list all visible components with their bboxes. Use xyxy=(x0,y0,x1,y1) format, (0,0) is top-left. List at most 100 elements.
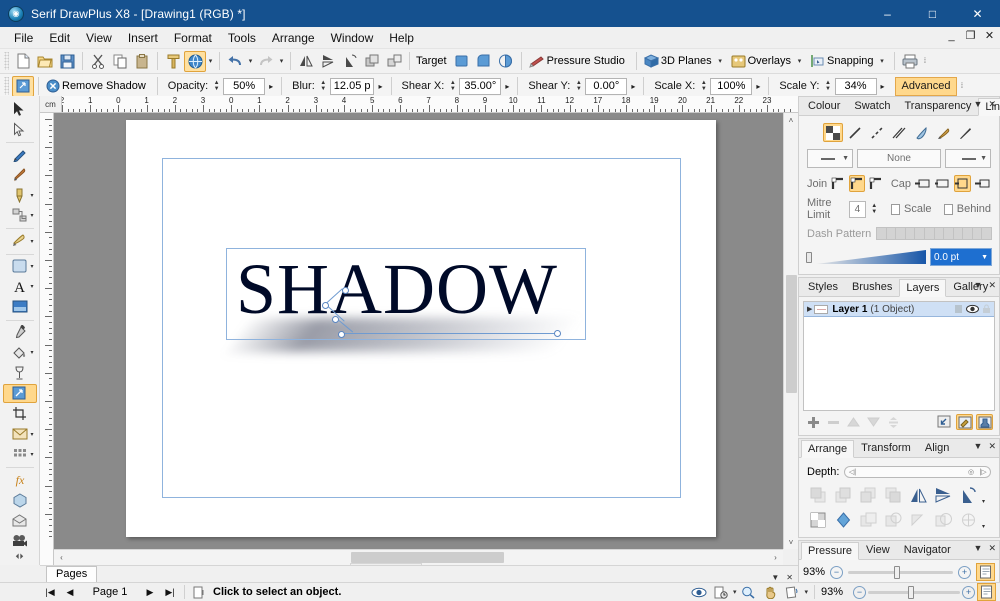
status-fit-page-button[interactable] xyxy=(977,583,996,601)
tab-transparency[interactable]: Transparency xyxy=(897,97,978,115)
rotate-button[interactable] xyxy=(339,51,361,72)
intersect-shapes-button[interactable] xyxy=(907,509,929,530)
remove-shadow-button[interactable]: Remove Shadow xyxy=(43,76,153,97)
open-document-button[interactable] xyxy=(34,51,56,72)
shear-y-field[interactable]: 0.00° xyxy=(585,77,628,95)
tool-envelope[interactable]: ▾ xyxy=(3,425,37,444)
vertical-ruler[interactable] xyxy=(40,113,54,565)
document-page[interactable]: SHADOW xyxy=(126,120,716,537)
layers-panel-menu-icon[interactable]: ▼ xyxy=(974,280,983,291)
target-shape-3-button[interactable] xyxy=(495,51,517,72)
tab-pages[interactable]: Pages xyxy=(46,566,98,582)
layer-row[interactable]: ▶ Layer 1 (1 Object) xyxy=(804,302,994,317)
toolbar-grip[interactable] xyxy=(4,52,9,70)
scroll-right-button[interactable]: › xyxy=(768,550,783,565)
menu-view[interactable]: View xyxy=(78,28,120,48)
pages-panel-close-icon[interactable]: ✕ xyxy=(786,573,793,582)
depth-slider[interactable]: ◁| ◎ |▷ xyxy=(844,466,991,478)
tool-shape-dropdown-arrow[interactable]: ▾ xyxy=(30,263,33,270)
tool-pencil[interactable] xyxy=(3,145,37,164)
zoom-slider[interactable] xyxy=(848,565,953,579)
studio-dropdown-arrow[interactable]: ▾ xyxy=(206,57,215,65)
status-zoom-out-icon[interactable]: − xyxy=(853,585,866,599)
rotate-dropdown-arrow[interactable]: ▾ xyxy=(982,498,985,505)
stroke-calligraphic-button[interactable] xyxy=(911,123,931,142)
move-layer-up-button[interactable] xyxy=(845,414,862,430)
opacity-spinner[interactable]: ▲ ▼ xyxy=(212,78,221,94)
shear-y-spinner[interactable]: ▲ ▼ xyxy=(574,78,583,94)
paste-button[interactable] xyxy=(131,51,153,72)
rotate-button[interactable] xyxy=(957,484,979,505)
target-shape-1-button[interactable] xyxy=(451,51,473,72)
scale-checkbox[interactable] xyxy=(891,203,900,215)
ungroup-button[interactable] xyxy=(383,51,405,72)
layer-lock-icon[interactable] xyxy=(982,304,991,314)
join-round-button[interactable] xyxy=(830,175,847,192)
toolbox-expand-handle[interactable]: ⏴⏵ xyxy=(16,552,24,565)
pages-panel-menu-icon[interactable]: ▼ xyxy=(771,573,779,582)
tool-pen[interactable]: ▾ xyxy=(3,186,37,205)
redo-dropdown-arrow[interactable]: ▾ xyxy=(277,57,286,65)
copy-button[interactable] xyxy=(109,51,131,72)
tool-text-dropdown-arrow[interactable]: ▾ xyxy=(30,283,33,290)
shadow-handle-blur[interactable] xyxy=(342,287,349,294)
bring-forward-button[interactable] xyxy=(832,484,854,505)
end-cap-chevron-icon[interactable]: ▼ xyxy=(980,155,987,162)
line-width-slider-track[interactable] xyxy=(816,250,926,264)
undo-button[interactable] xyxy=(224,51,246,72)
combine-button[interactable] xyxy=(832,509,854,530)
flip-vertical-button[interactable] xyxy=(317,51,339,72)
tab-brushes[interactable]: Brushes xyxy=(845,278,899,296)
studio-toggle-button[interactable] xyxy=(184,50,206,72)
selection-bounding-box[interactable] xyxy=(226,248,586,340)
dash-pattern-cells[interactable] xyxy=(876,227,992,240)
undo-dropdown-arrow[interactable]: ▾ xyxy=(246,57,255,65)
arrange-panel-close-icon[interactable]: ✕ xyxy=(988,441,996,452)
overlays-dropdown-arrow[interactable]: ▾ xyxy=(795,57,804,65)
pan-tool-button[interactable] xyxy=(760,586,780,599)
tool-shadow[interactable] xyxy=(2,383,37,404)
tool-envelope-dropdown-arrow[interactable]: ▾ xyxy=(30,431,33,438)
start-cap-combo[interactable]: ▼ xyxy=(807,149,853,168)
format-painter-button[interactable] xyxy=(162,51,184,72)
3d-planes-button[interactable]: 3D Planes ▾ xyxy=(641,51,728,72)
snapping-button[interactable]: Snapping ▾ xyxy=(807,51,890,72)
menu-help[interactable]: Help xyxy=(381,28,422,48)
fit-page-button[interactable] xyxy=(976,563,995,581)
select-all-on-layer-button[interactable] xyxy=(936,414,953,430)
tab-arrange[interactable]: Arrange xyxy=(801,440,855,458)
first-page-button[interactable]: |◀ xyxy=(40,587,60,598)
status-zoom-in-icon[interactable]: + xyxy=(962,585,975,599)
3d-planes-dropdown-arrow[interactable]: ▾ xyxy=(716,57,725,65)
crop-to-shape-button[interactable] xyxy=(807,509,829,530)
line-width-field[interactable]: 0.0 pt ▼ xyxy=(930,248,992,266)
line-panel-close-icon[interactable]: ✕ xyxy=(988,99,996,110)
close-button[interactable]: ✕ xyxy=(955,0,1000,27)
menu-edit[interactable]: Edit xyxy=(41,28,78,48)
layer-effects-button[interactable] xyxy=(976,414,993,430)
layer-properties-button[interactable] xyxy=(956,414,973,430)
layer-expand-arrow[interactable]: ▶ xyxy=(807,305,812,313)
status-zoom-thumb[interactable] xyxy=(908,585,915,599)
shadow-handle-origin[interactable] xyxy=(332,316,339,323)
tab-transform[interactable]: Transform xyxy=(854,439,918,457)
canvas-area[interactable]: SHADOW xyxy=(54,113,783,549)
depth-slider-thumb[interactable]: ◎ xyxy=(965,467,977,477)
opacity-flyout-arrow[interactable]: ▸ xyxy=(265,82,277,91)
depth-slider-right-end[interactable]: |▷ xyxy=(977,467,989,477)
zoom-slider-thumb[interactable] xyxy=(894,565,901,579)
scroll-down-button[interactable]: ˅ xyxy=(784,535,798,549)
layer-print-icon[interactable] xyxy=(954,304,963,314)
depth-slider-left-end[interactable]: ◁| xyxy=(846,467,858,477)
stroke-solid-button[interactable] xyxy=(845,123,865,142)
arrange-panel-menu-icon[interactable]: ▼ xyxy=(974,441,983,452)
delete-layer-button[interactable] xyxy=(825,414,842,430)
scroll-up-button[interactable]: ˄ xyxy=(784,113,798,127)
menu-window[interactable]: Window xyxy=(323,28,382,48)
bring-to-front-button[interactable] xyxy=(807,484,829,505)
stroke-brush-button[interactable] xyxy=(933,123,953,142)
tool-extrude[interactable] xyxy=(3,491,37,510)
snapping-dropdown-arrow[interactable]: ▾ xyxy=(878,57,887,65)
last-page-button[interactable]: ▶| xyxy=(160,587,180,598)
tool-mesh-warp[interactable] xyxy=(3,511,37,530)
